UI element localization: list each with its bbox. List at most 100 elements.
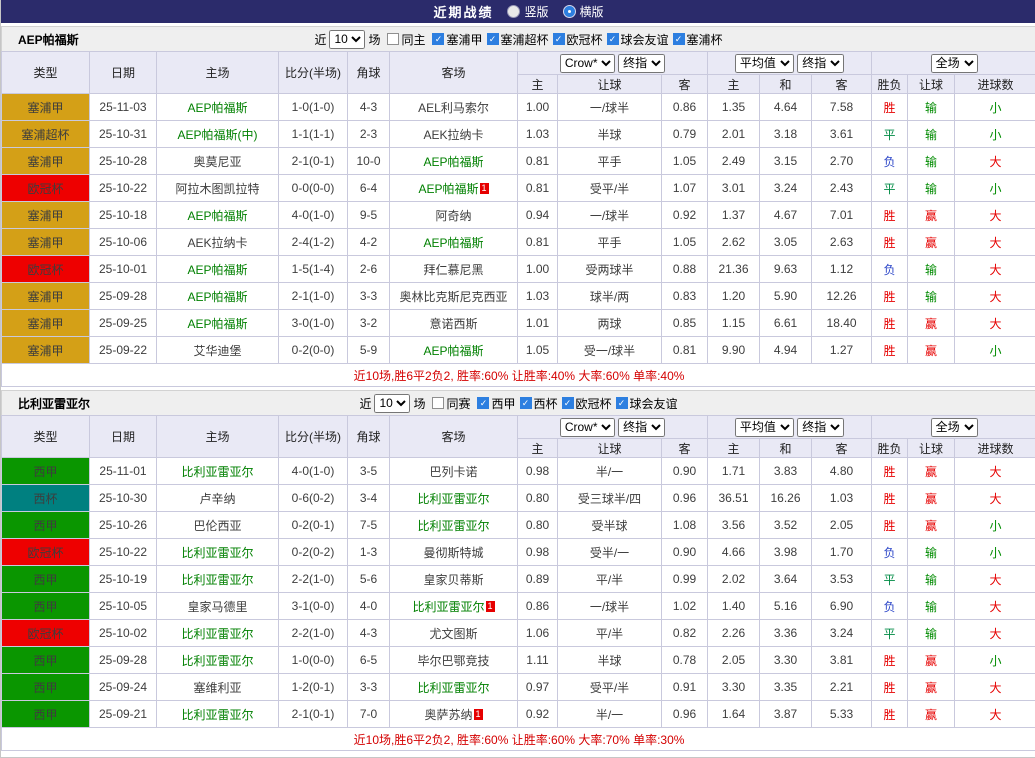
handicap-result-cell: 赢 <box>908 512 955 539</box>
date-cell: 25-09-22 <box>90 337 157 364</box>
euro-away-odds-cell: 2.43 <box>812 175 872 202</box>
checkbox-checked-icon[interactable]: ✓ <box>616 397 628 409</box>
checkbox-checked-icon[interactable]: ✓ <box>477 397 489 409</box>
col-result-header: 胜负 <box>872 75 908 94</box>
handicap-cell: 受两球半 <box>558 256 662 283</box>
goals-result-cell: 小 <box>955 647 1035 674</box>
league-filter-checkbox[interactable]: ✓塞浦超杯 <box>487 31 549 48</box>
results-table: 类型 日期 主场 比分(半场) 角球 客场 Crow* 终指 平均值 终指 <box>1 51 1035 387</box>
scope-filter-cell: 全场 <box>872 52 1035 75</box>
result-cell: 胜 <box>872 674 908 701</box>
goals-result-cell: 小 <box>955 94 1035 121</box>
home-team-cell: AEP帕福斯 <box>157 94 279 121</box>
goals-result-cell: 大 <box>955 310 1035 337</box>
euro-away-odds-cell: 7.01 <box>812 202 872 229</box>
league-filter-checkbox[interactable]: ✓球会友谊 <box>616 395 678 412</box>
league-filter-checkbox[interactable]: ✓球会友谊 <box>607 31 669 48</box>
goals-result-cell: 小 <box>955 512 1035 539</box>
checkbox-checked-icon[interactable]: ✓ <box>673 33 685 45</box>
checkbox-checked-icon[interactable]: ✓ <box>487 33 499 45</box>
league-filter-checkbox[interactable]: ✓欧冠杯 <box>553 31 603 48</box>
league-filter-checkbox[interactable]: ✓西甲 <box>477 395 515 412</box>
col-euro-draw-header: 和 <box>760 439 812 458</box>
checkbox-unchecked-icon[interactable] <box>432 397 444 409</box>
league-filter-checkbox[interactable]: ✓欧冠杯 <box>562 395 612 412</box>
asian-away-odds-cell: 0.85 <box>662 310 708 337</box>
layout-option-horizontal[interactable]: 横版 <box>563 3 604 20</box>
league-filter-checkbox[interactable]: ✓西杯 <box>520 395 558 412</box>
league-type-cell: 塞浦甲 <box>2 337 90 364</box>
asian-away-odds-cell: 0.92 <box>662 202 708 229</box>
euro-away-odds-cell: 7.58 <box>812 94 872 121</box>
euro-home-odds-cell: 1.35 <box>708 94 760 121</box>
same-filter[interactable]: 同赛 <box>432 395 470 412</box>
asian-odds-source-select[interactable]: Crow* <box>560 54 615 73</box>
corner-cell: 4-3 <box>348 620 390 647</box>
asian-odds-time-select[interactable]: 终指 <box>618 418 665 437</box>
col-type-header: 类型 <box>2 52 90 94</box>
euro-odds-time-select[interactable]: 终指 <box>797 54 844 73</box>
match-count-select[interactable]: 10 <box>374 394 410 413</box>
euro-odds-average-select[interactable]: 平均值 <box>735 54 794 73</box>
euro-draw-odds-cell: 3.35 <box>760 674 812 701</box>
euro-odds-average-select[interactable]: 平均值 <box>735 418 794 437</box>
away-team-cell: AEP帕福斯1 <box>390 175 518 202</box>
league-filter-checkbox[interactable]: ✓塞浦甲 <box>432 31 482 48</box>
goals-result-cell: 小 <box>955 175 1035 202</box>
corner-cell: 3-5 <box>348 458 390 485</box>
date-cell: 25-10-31 <box>90 121 157 148</box>
euro-away-odds-cell: 2.21 <box>812 674 872 701</box>
asian-home-odds-cell: 0.92 <box>518 701 558 728</box>
asian-odds-time-select[interactable]: 终指 <box>618 54 665 73</box>
radio-unselected-icon[interactable] <box>507 5 520 18</box>
layout-option-vertical[interactable]: 竖版 <box>507 3 548 20</box>
league-filters: ✓西甲 ✓西杯✓欧冠杯✓球会友谊 <box>473 395 677 412</box>
same-filter[interactable]: 同主 <box>387 31 425 48</box>
match-scope-select[interactable]: 全场 <box>931 418 978 437</box>
home-team-cell: 阿拉木图凯拉特 <box>157 175 279 202</box>
handicap-result-cell: 输 <box>908 620 955 647</box>
asian-odds-source-select[interactable]: Crow* <box>560 418 615 437</box>
col-handicap-result-header: 让球 <box>908 75 955 94</box>
checkbox-checked-icon[interactable]: ✓ <box>553 33 565 45</box>
handicap-cell: 受半/一 <box>558 539 662 566</box>
col-corner-header: 角球 <box>348 416 390 458</box>
results-table: 类型 日期 主场 比分(半场) 角球 客场 Crow* 终指 平均值 终指 <box>1 415 1035 751</box>
radio-selected-icon[interactable] <box>563 5 576 18</box>
league-filter-checkbox[interactable]: ✓塞浦杯 <box>673 31 723 48</box>
checkbox-checked-icon[interactable]: ✓ <box>562 397 574 409</box>
checkbox-checked-icon[interactable]: ✓ <box>520 397 532 409</box>
euro-away-odds-cell: 4.80 <box>812 458 872 485</box>
euro-away-odds-cell: 2.05 <box>812 512 872 539</box>
home-team-cell: AEP帕福斯(中) <box>157 121 279 148</box>
league-type-cell: 塞浦甲 <box>2 310 90 337</box>
asian-away-odds-cell: 0.90 <box>662 458 708 485</box>
euro-odds-time-select[interactable]: 终指 <box>797 418 844 437</box>
euro-home-odds-cell: 2.49 <box>708 148 760 175</box>
checkbox-checked-icon[interactable]: ✓ <box>432 33 444 45</box>
asian-home-odds-cell: 0.80 <box>518 485 558 512</box>
filter-controls: 近 10 场 同赛 ✓西甲✓西杯✓欧冠杯✓球会友谊 <box>359 394 677 413</box>
date-cell: 25-10-19 <box>90 566 157 593</box>
match-count-select[interactable]: 10 <box>329 30 365 49</box>
euro-draw-odds-cell: 4.67 <box>760 202 812 229</box>
handicap-result-cell: 赢 <box>908 337 955 364</box>
goals-result-cell: 大 <box>955 620 1035 647</box>
page-title: 近期战绩 <box>433 2 493 21</box>
match-row: 西杯25-10-30卢辛纳0-6(0-2)3-4比利亚雷亚尔0.80受三球半/四… <box>2 485 1035 512</box>
euro-odds-filter-cell: 平均值 终指 <box>708 52 872 75</box>
league-type-cell: 塞浦甲 <box>2 202 90 229</box>
team-section: 比利亚雷亚尔 近 10 场 同赛 ✓西甲✓西杯✓欧冠杯✓球会友谊 类型 日期 <box>1 390 1035 751</box>
euro-home-odds-cell: 1.20 <box>708 283 760 310</box>
checkbox-checked-icon[interactable]: ✓ <box>607 33 619 45</box>
score-cell: 2-1(0-1) <box>279 701 348 728</box>
checkbox-unchecked-icon[interactable] <box>387 33 399 45</box>
euro-draw-odds-cell: 3.18 <box>760 121 812 148</box>
euro-home-odds-cell: 2.02 <box>708 566 760 593</box>
asian-home-odds-cell: 1.05 <box>518 337 558 364</box>
asian-home-odds-cell: 1.03 <box>518 283 558 310</box>
corner-cell: 3-2 <box>348 310 390 337</box>
league-type-cell: 西甲 <box>2 701 90 728</box>
match-scope-select[interactable]: 全场 <box>931 54 978 73</box>
league-filter-label: 球会友谊 <box>621 31 669 48</box>
